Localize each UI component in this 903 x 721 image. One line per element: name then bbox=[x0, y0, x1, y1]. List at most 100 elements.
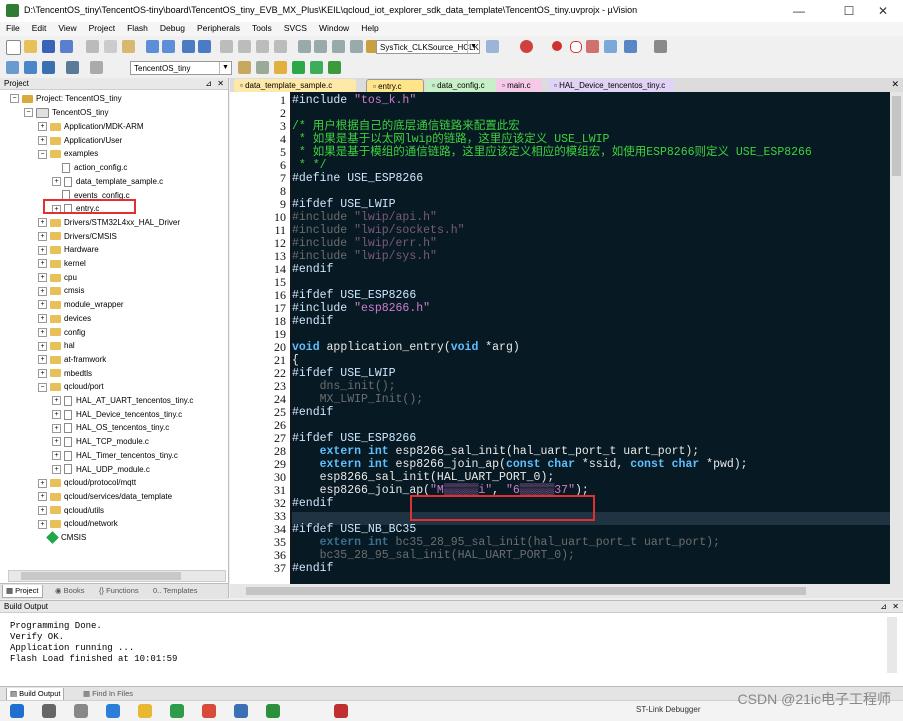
explorer-icon[interactable] bbox=[138, 704, 152, 718]
expand-icon[interactable]: + bbox=[38, 492, 47, 502]
tab-templates[interactable]: 0.. Templates bbox=[150, 585, 200, 597]
tab-books[interactable]: ◉ Books bbox=[52, 585, 88, 597]
maximize-button[interactable]: ☐ bbox=[834, 2, 864, 20]
start-icon[interactable] bbox=[10, 704, 24, 718]
tree-item[interactable]: + config bbox=[38, 326, 85, 339]
indent-icon[interactable] bbox=[298, 40, 311, 53]
tree-item[interactable]: + at-framwork bbox=[38, 353, 106, 366]
new-file-icon[interactable] bbox=[6, 40, 21, 55]
tree-item[interactable]: + HAL_Timer_tencentos_tiny.c bbox=[52, 449, 178, 462]
close-tab-icon[interactable]: ✕ bbox=[891, 79, 899, 90]
tree-item[interactable]: + kernel bbox=[38, 257, 86, 270]
close-button[interactable]: ✕ bbox=[868, 2, 898, 20]
undo-icon[interactable] bbox=[146, 40, 159, 53]
tree-item[interactable]: + HAL_TCP_module.c bbox=[52, 435, 149, 448]
navigate-back-icon[interactable] bbox=[182, 40, 195, 53]
expand-icon[interactable]: + bbox=[38, 136, 47, 146]
minimize-button[interactable]: — bbox=[784, 2, 814, 20]
tree-root[interactable]: − Project: TencentOS_tiny bbox=[10, 92, 122, 105]
expand-icon[interactable]: + bbox=[52, 410, 61, 420]
bookmark-icon[interactable] bbox=[220, 40, 233, 53]
app-icon[interactable] bbox=[334, 704, 348, 718]
close-panel-icon[interactable]: ✕ bbox=[217, 78, 224, 90]
uncomment-icon[interactable] bbox=[350, 40, 363, 53]
tree-item[interactable]: + Drivers/CMSIS bbox=[38, 230, 117, 243]
tree-item[interactable]: + cmsis bbox=[38, 284, 84, 297]
batch-build-icon[interactable] bbox=[90, 61, 103, 74]
window-layout-icon[interactable] bbox=[624, 40, 637, 53]
tab-find-in-files[interactable]: ▦ Find In Files bbox=[80, 688, 136, 700]
configure-icon[interactable] bbox=[654, 40, 667, 53]
tree-item[interactable]: − examples bbox=[38, 147, 98, 160]
tree-item[interactable]: + HAL_Device_tencentos_tiny.c bbox=[52, 408, 182, 421]
menu-view[interactable]: View bbox=[52, 22, 82, 33]
word-icon[interactable] bbox=[234, 704, 248, 718]
tab-hal-device[interactable]: ▫ HAL_Device_tencentos_tiny.c bbox=[548, 79, 674, 92]
expand-icon[interactable]: + bbox=[38, 300, 47, 310]
expand-icon[interactable]: + bbox=[38, 218, 47, 228]
expand-icon[interactable]: + bbox=[38, 273, 47, 283]
tree-item[interactable]: + qcloud/utils bbox=[38, 504, 104, 517]
scroll-thumb[interactable] bbox=[892, 96, 901, 176]
navigate-forward-icon[interactable] bbox=[198, 40, 211, 53]
tree-item[interactable]: + Application/User bbox=[38, 134, 122, 147]
target-options-icon[interactable] bbox=[238, 61, 251, 74]
scroll-thumb[interactable] bbox=[21, 572, 181, 580]
menu-file[interactable]: File bbox=[0, 22, 26, 33]
collapse-icon[interactable]: − bbox=[38, 149, 47, 159]
menu-project[interactable]: Project bbox=[83, 22, 121, 33]
manage-run-time-icon[interactable] bbox=[292, 61, 305, 74]
tree-item[interactable]: − qcloud/port bbox=[38, 380, 104, 393]
uvision-taskbar-icon[interactable] bbox=[266, 704, 280, 718]
tree-item[interactable]: + qcloud/network bbox=[38, 517, 118, 530]
app-icon[interactable] bbox=[202, 704, 216, 718]
pack-installer-icon[interactable] bbox=[328, 61, 341, 74]
disable-all-breakpoints-icon[interactable] bbox=[604, 40, 617, 53]
expand-icon[interactable]: + bbox=[38, 259, 47, 269]
paste-icon[interactable] bbox=[122, 40, 135, 53]
code-area[interactable]: #include "tos_k.h" /* 用户根据自己的底层通信链路来配置此宏… bbox=[292, 92, 890, 584]
config-combo[interactable]: SysTick_CLKSource_HCLK ▼ bbox=[376, 40, 480, 54]
collapse-icon[interactable]: − bbox=[24, 108, 33, 118]
tab-data-config[interactable]: ▫ data_config.c bbox=[426, 79, 496, 92]
expand-icon[interactable]: + bbox=[38, 519, 47, 529]
menu-peripherals[interactable]: Peripherals bbox=[191, 22, 246, 33]
expand-icon[interactable]: + bbox=[52, 437, 61, 447]
tree-item[interactable]: + Application/MDK-ARM bbox=[38, 120, 144, 133]
tree-item[interactable]: + qcloud/services/data_template bbox=[38, 490, 172, 503]
tree-item[interactable]: + Drivers/STM32L4xx_HAL_Driver bbox=[38, 216, 180, 229]
tree-target[interactable]: − TencentOS_tiny bbox=[24, 106, 108, 119]
translate-icon[interactable] bbox=[6, 61, 19, 74]
collapse-icon[interactable]: − bbox=[38, 382, 47, 392]
expand-icon[interactable]: + bbox=[52, 451, 61, 461]
disable-breakpoint-icon[interactable] bbox=[570, 41, 582, 53]
expand-icon[interactable]: + bbox=[38, 505, 47, 515]
breakpoint-icon[interactable] bbox=[552, 41, 562, 51]
menu-svcs[interactable]: SVCS bbox=[278, 22, 313, 33]
expand-icon[interactable]: + bbox=[52, 464, 61, 474]
scroll-thumb[interactable] bbox=[246, 587, 806, 595]
expand-icon[interactable]: + bbox=[52, 396, 61, 406]
expand-icon[interactable]: + bbox=[52, 423, 61, 433]
edge-icon[interactable] bbox=[106, 704, 120, 718]
tree-item[interactable]: + HAL_AT_UART_tencentos_tiny.c bbox=[52, 394, 193, 407]
menu-edit[interactable]: Edit bbox=[26, 22, 53, 33]
tab-main[interactable]: ▫ main.c bbox=[496, 79, 542, 92]
kill-breakpoints-icon[interactable] bbox=[586, 40, 599, 53]
tree-item[interactable]: + cpu bbox=[38, 271, 77, 284]
close-panel-icon[interactable]: ✕ bbox=[892, 601, 899, 613]
menu-tools[interactable]: Tools bbox=[246, 22, 278, 33]
expand-icon[interactable]: + bbox=[38, 231, 47, 241]
save-all-icon[interactable] bbox=[60, 40, 73, 53]
project-hscrollbar[interactable] bbox=[8, 570, 226, 582]
debug-session-icon[interactable] bbox=[520, 40, 533, 53]
tab-project[interactable]: ▦ Project bbox=[2, 585, 43, 598]
expand-icon[interactable]: + bbox=[52, 177, 61, 187]
expand-icon[interactable]: + bbox=[38, 314, 47, 324]
chevron-down-icon[interactable]: ▼ bbox=[467, 41, 479, 53]
pin-icon[interactable]: ⊿ bbox=[880, 601, 887, 613]
wechat-icon[interactable] bbox=[170, 704, 184, 718]
expand-icon[interactable]: + bbox=[38, 368, 47, 378]
pin-icon[interactable]: ⊿ bbox=[205, 78, 212, 90]
expand-icon[interactable]: + bbox=[38, 327, 47, 337]
